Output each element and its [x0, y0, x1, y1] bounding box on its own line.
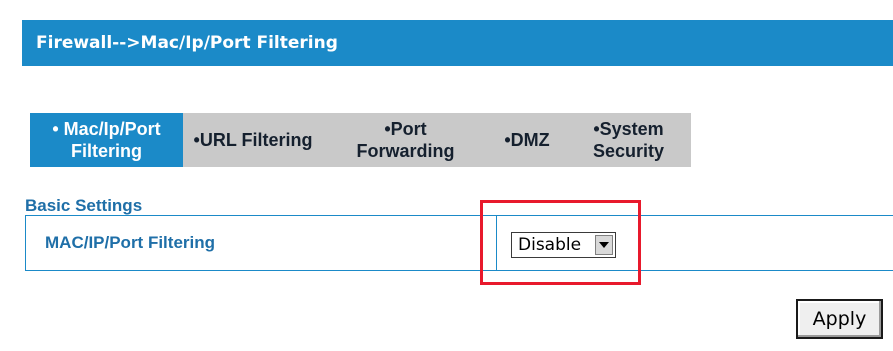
tab-port-forwarding[interactable]: •Port Forwarding [323, 113, 488, 167]
column-divider [496, 216, 497, 270]
tab-url-filtering[interactable]: •URL Filtering [183, 113, 323, 167]
tab-dmz[interactable]: •DMZ [488, 113, 566, 167]
filter-tabs: • Mac/Ip/Port Filtering •URL Filtering •… [30, 113, 691, 167]
page-title: Firewall-->Mac/Ip/Port Filtering [36, 33, 338, 53]
tab-label: •DMZ [504, 130, 550, 150]
tab-mac-ip-port-filtering[interactable]: • Mac/Ip/Port Filtering [30, 113, 183, 167]
mac-ip-port-filtering-label: MAC/IP/Port Filtering [45, 233, 215, 252]
apply-button[interactable]: Apply [796, 299, 883, 339]
tab-label: •URL Filtering [193, 130, 313, 150]
basic-settings-table: MAC/IP/Port Filtering [25, 215, 893, 271]
tab-system-security[interactable]: •System Security [566, 113, 691, 167]
chevron-down-icon[interactable] [595, 235, 613, 255]
page-title-bar: Firewall-->Mac/Ip/Port Filtering [22, 20, 893, 66]
filtering-select-value: Disable [518, 235, 582, 255]
section-title-basic-settings: Basic Settings [25, 196, 143, 215]
tab-label: •System Security [592, 119, 665, 161]
filtering-select[interactable]: Disable [511, 232, 616, 258]
tab-label: •Port Forwarding [356, 119, 455, 161]
tab-label: • Mac/Ip/Port Filtering [52, 119, 161, 161]
